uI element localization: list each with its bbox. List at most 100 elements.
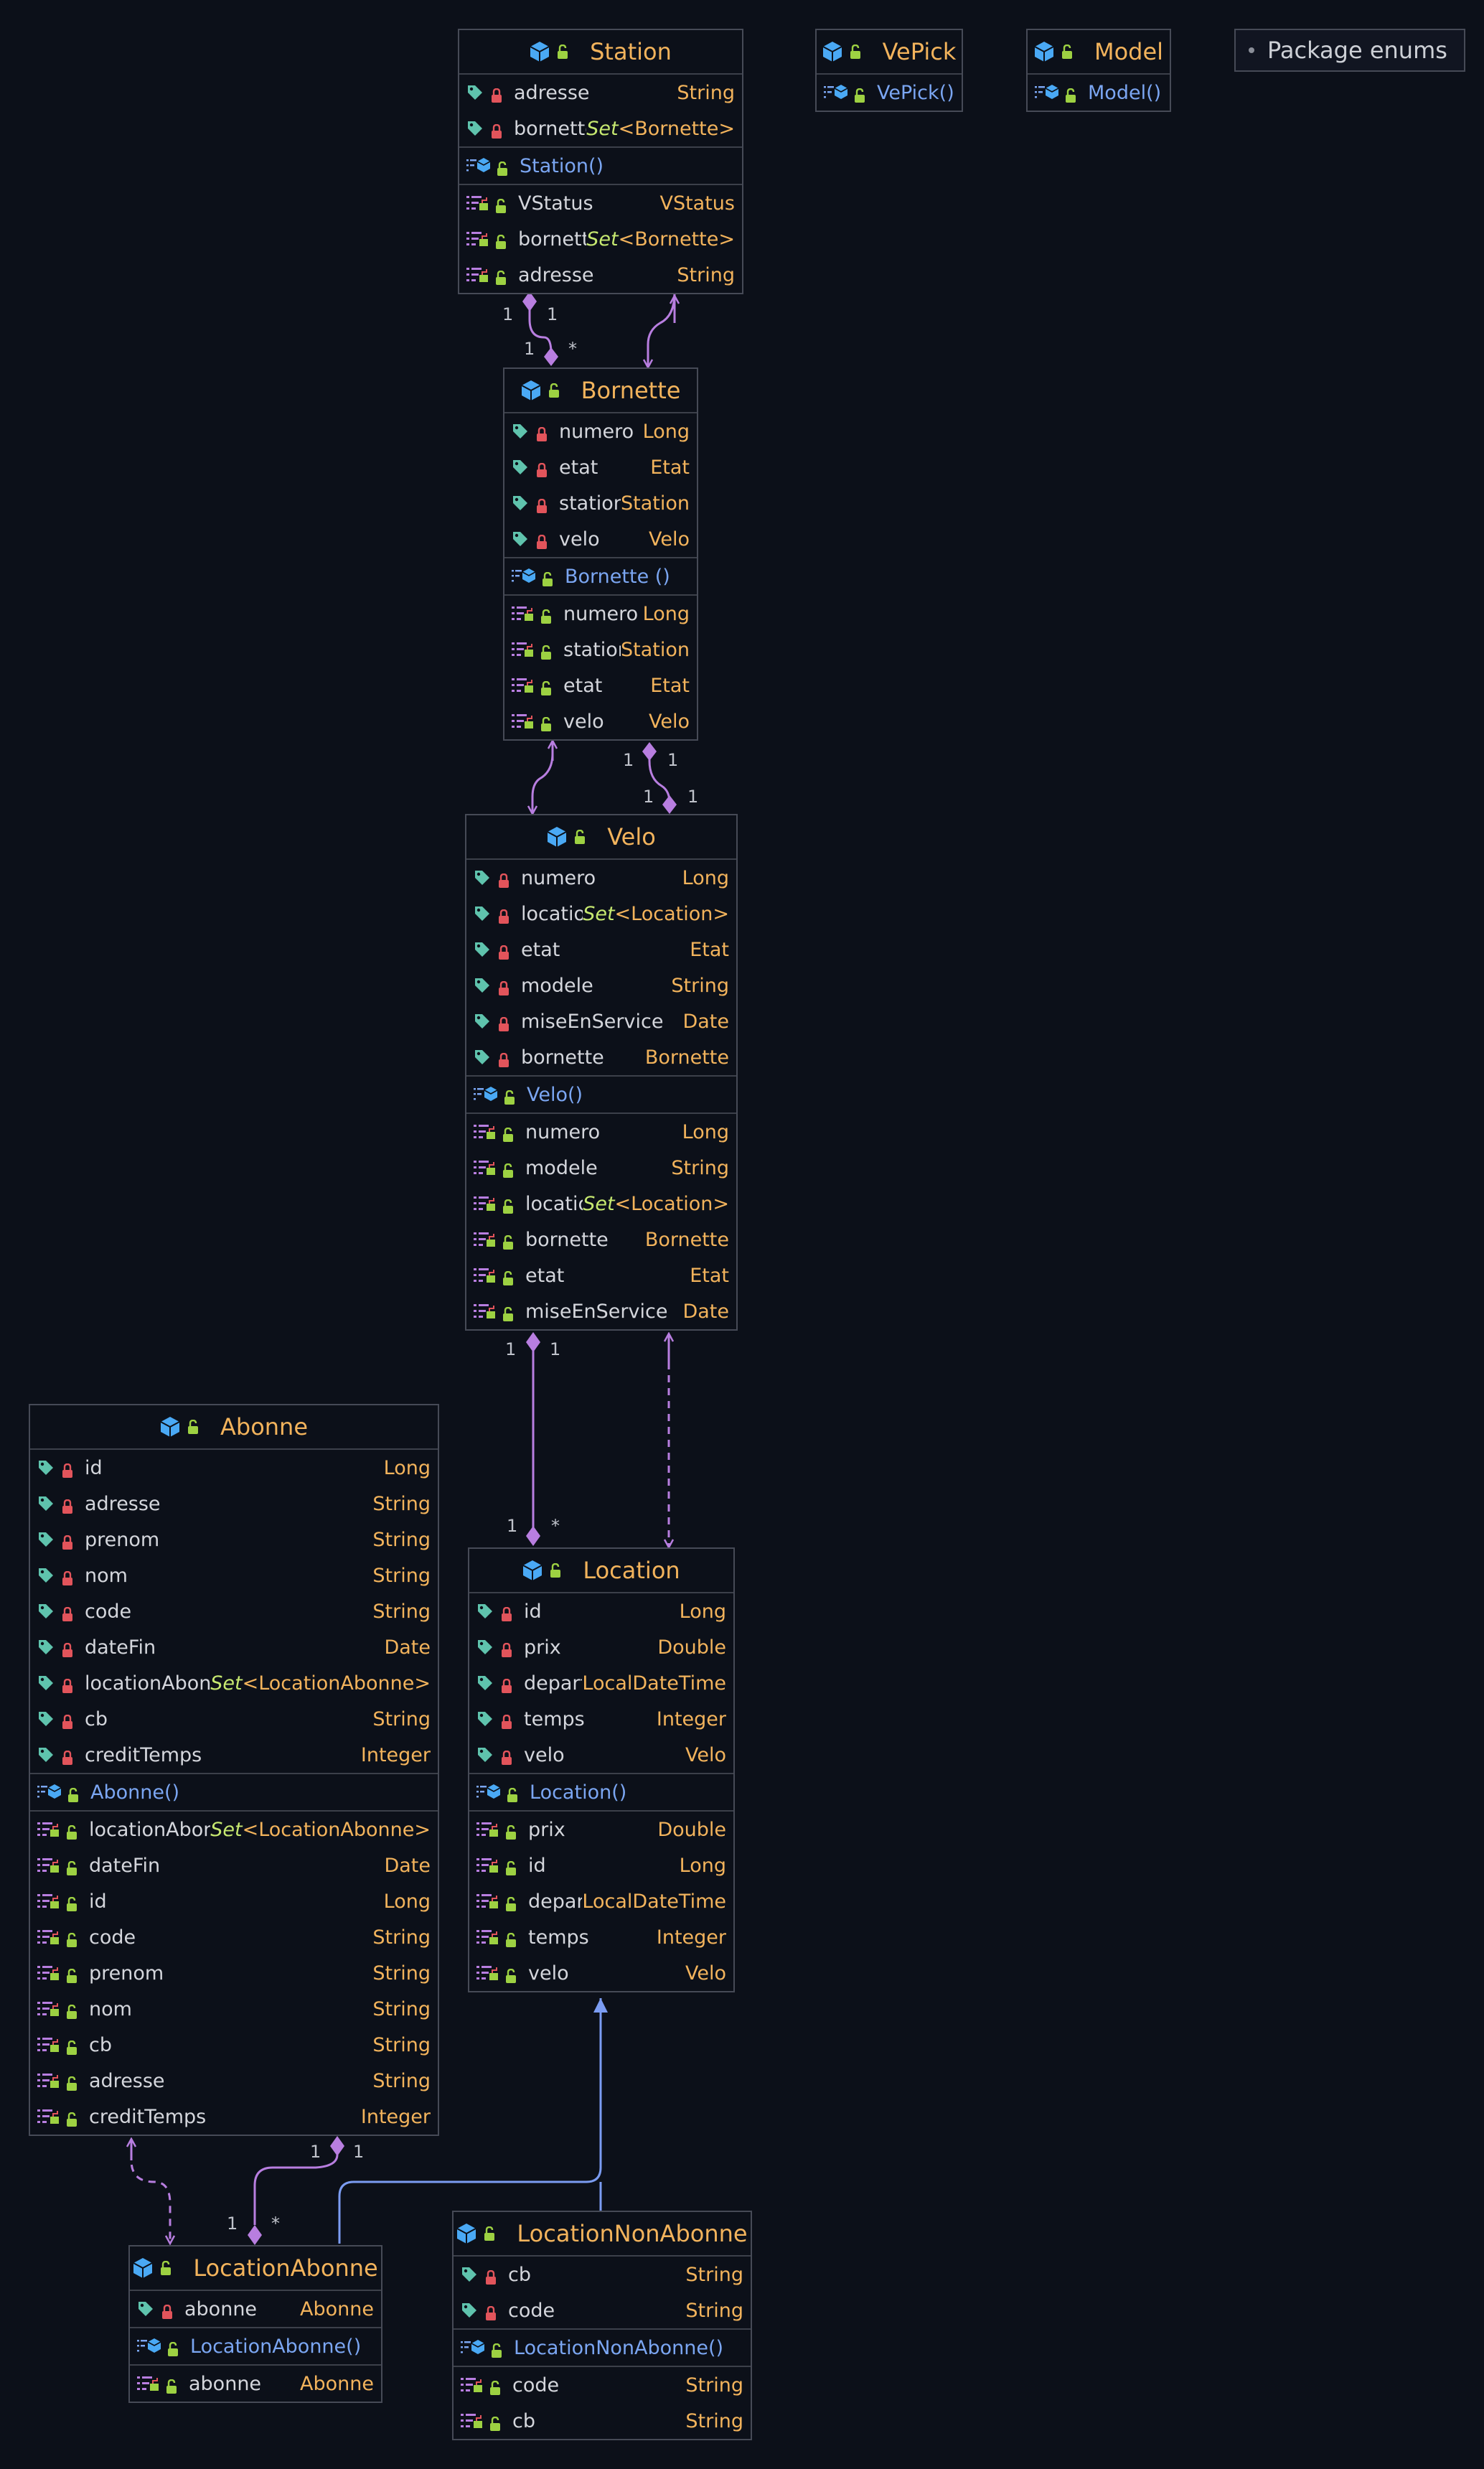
class-velo[interactable]: VelonumeroLonglocationsSet<Location>etat…: [465, 814, 738, 1331]
private-lock-icon: [62, 1604, 73, 1621]
property-row[interactable]: locationAbonnesSet<LocationAbonne>: [30, 1812, 438, 1847]
property-row[interactable]: id Long: [30, 1883, 438, 1919]
field-tag-icon: [37, 1567, 55, 1584]
property-row[interactable]: adresse String: [459, 257, 742, 293]
field-row[interactable]: adresse String: [459, 75, 742, 111]
class-name: Model: [1094, 38, 1164, 65]
property-row[interactable]: cb String: [454, 2403, 751, 2439]
field-tag-icon: [474, 1013, 491, 1030]
field-row[interactable]: creditTemps Integer: [30, 1737, 438, 1773]
property-icon: [37, 2072, 60, 2089]
class-location[interactable]: Location id Long prix Double depart LocalDateT…: [468, 1547, 735, 1992]
property-name: creditTemps: [89, 2105, 207, 2128]
property-icon: [476, 1857, 499, 1874]
property-row[interactable]: velo Velo: [469, 1955, 733, 1991]
field-name: modele: [521, 974, 593, 997]
class-bornette[interactable]: Bornette numero Long etat Etat station Station…: [503, 367, 698, 741]
class-locationabonne[interactable]: LocationAbonne abonne Abonne LocationAbonne…: [128, 2245, 382, 2403]
property-row[interactable]: adresse String: [30, 2063, 438, 2099]
property-name: numero: [563, 602, 639, 625]
constructor-row[interactable]: Bornette (): [504, 558, 697, 594]
property-row[interactable]: VStatus VStatus: [459, 185, 742, 221]
property-row[interactable]: locationsSet<Location>: [466, 1186, 736, 1222]
property-row[interactable]: prix Double: [469, 1812, 733, 1847]
field-row[interactable]: id Long: [469, 1593, 733, 1629]
field-row[interactable]: velo Velo: [469, 1737, 733, 1773]
field-row[interactable]: etat Etat: [466, 932, 736, 968]
class-icon: [822, 41, 842, 62]
property-row[interactable]: abonne Abonne: [130, 2366, 381, 2402]
constructor-row[interactable]: Abonne(): [30, 1774, 438, 1810]
field-row[interactable]: temps Integer: [469, 1701, 733, 1737]
field-row[interactable]: prenom String: [30, 1522, 438, 1557]
station-bornette-navigation: [648, 292, 676, 367]
property-row[interactable]: stationStation: [504, 632, 697, 667]
field-row[interactable]: miseEnService Date: [466, 1003, 736, 1039]
class-model[interactable]: Model Model(): [1026, 29, 1171, 112]
field-row[interactable]: numero Long: [504, 413, 697, 449]
field-row[interactable]: cb String: [30, 1701, 438, 1737]
field-row[interactable]: etat Etat: [504, 449, 697, 485]
private-lock-icon: [62, 1640, 73, 1657]
field-row[interactable]: locationAbonnesSet<LocationAbonne>: [30, 1665, 438, 1701]
constructor-row[interactable]: Station(): [459, 148, 742, 184]
field-row[interactable]: bornette Bornette: [466, 1039, 736, 1075]
property-row[interactable]: numero Long: [466, 1114, 736, 1150]
field-tag-icon: [476, 1746, 494, 1763]
class-locationnonabonne[interactable]: LocationNonAbonne cb String code String Locat…: [452, 2211, 752, 2440]
field-row[interactable]: station Station: [504, 485, 697, 521]
field-row[interactable]: cb String: [454, 2257, 751, 2292]
property-row[interactable]: id Long: [469, 1847, 733, 1883]
property-type: Long: [679, 1854, 726, 1877]
field-row[interactable]: velo Velo: [504, 521, 697, 557]
property-row[interactable]: nom String: [30, 1991, 438, 2027]
field-name: miseEnService: [521, 1010, 664, 1033]
field-type: Date: [682, 1010, 729, 1033]
constructor-row[interactable]: Velo(): [466, 1077, 736, 1112]
field-row[interactable]: depart LocalDateTime: [469, 1665, 733, 1701]
private-lock-icon: [536, 532, 548, 549]
property-row[interactable]: etat Etat: [466, 1257, 736, 1293]
constructor-icon: [137, 2337, 161, 2356]
property-name: adresse: [89, 2069, 165, 2092]
property-row[interactable]: temps Integer: [469, 1919, 733, 1955]
property-row[interactable]: etat Etat: [504, 667, 697, 703]
property-row[interactable]: modele String: [466, 1150, 736, 1186]
property-row[interactable]: miseEnService Date: [466, 1293, 736, 1329]
property-row[interactable]: bornette Bornette: [466, 1222, 736, 1257]
constructor-row[interactable]: Location(): [469, 1774, 733, 1810]
property-row[interactable]: departLocalDateTime: [469, 1883, 733, 1919]
field-row[interactable]: numero Long: [466, 860, 736, 896]
class-vepick[interactable]: VePick VePick(): [815, 29, 963, 112]
property-row[interactable]: code String: [454, 2367, 751, 2403]
property-row[interactable]: numero Long: [504, 596, 697, 632]
field-row[interactable]: adresse String: [30, 1486, 438, 1522]
property-row[interactable]: dateFin Date: [30, 1847, 438, 1883]
property-name: dateFin: [89, 1854, 161, 1877]
property-row[interactable]: bornettesSet<Bornette>: [459, 221, 742, 257]
property-row[interactable]: prenom String: [30, 1955, 438, 1991]
field-row[interactable]: abonne Abonne: [130, 2291, 381, 2327]
field-row[interactable]: nom String: [30, 1557, 438, 1593]
field-row[interactable]: dateFin Date: [30, 1629, 438, 1665]
field-row[interactable]: prix Double: [469, 1629, 733, 1665]
property-row[interactable]: cb String: [30, 2027, 438, 2063]
constructor-row[interactable]: Model(): [1028, 75, 1170, 111]
constructor-row[interactable]: VePick(): [817, 75, 962, 111]
public-unlock-icon: [66, 1894, 78, 1911]
field-row[interactable]: code String: [454, 2292, 751, 2328]
field-row[interactable]: modele String: [466, 968, 736, 1003]
package-enums[interactable]: Package enums: [1234, 29, 1465, 72]
property-row[interactable]: velo Velo: [504, 703, 697, 739]
field-row[interactable]: bornettesSet<Bornette>: [459, 111, 742, 146]
constructor-row[interactable]: LocationAbonne(): [130, 2328, 381, 2364]
field-row[interactable]: id Long: [30, 1450, 438, 1486]
property-row[interactable]: creditTemps Integer: [30, 2099, 438, 2135]
field-row[interactable]: locationsSet<Location>: [466, 896, 736, 932]
class-station[interactable]: StationadresseStringbornettesSet<Bornett…: [458, 29, 743, 294]
property-row[interactable]: code String: [30, 1919, 438, 1955]
property-name: id: [89, 1890, 107, 1913]
field-row[interactable]: code String: [30, 1593, 438, 1629]
class-abonne[interactable]: Abonne id Long adresse String prenom String nom…: [29, 1404, 439, 2136]
constructor-row[interactable]: LocationNonAbonne(): [454, 2330, 751, 2366]
